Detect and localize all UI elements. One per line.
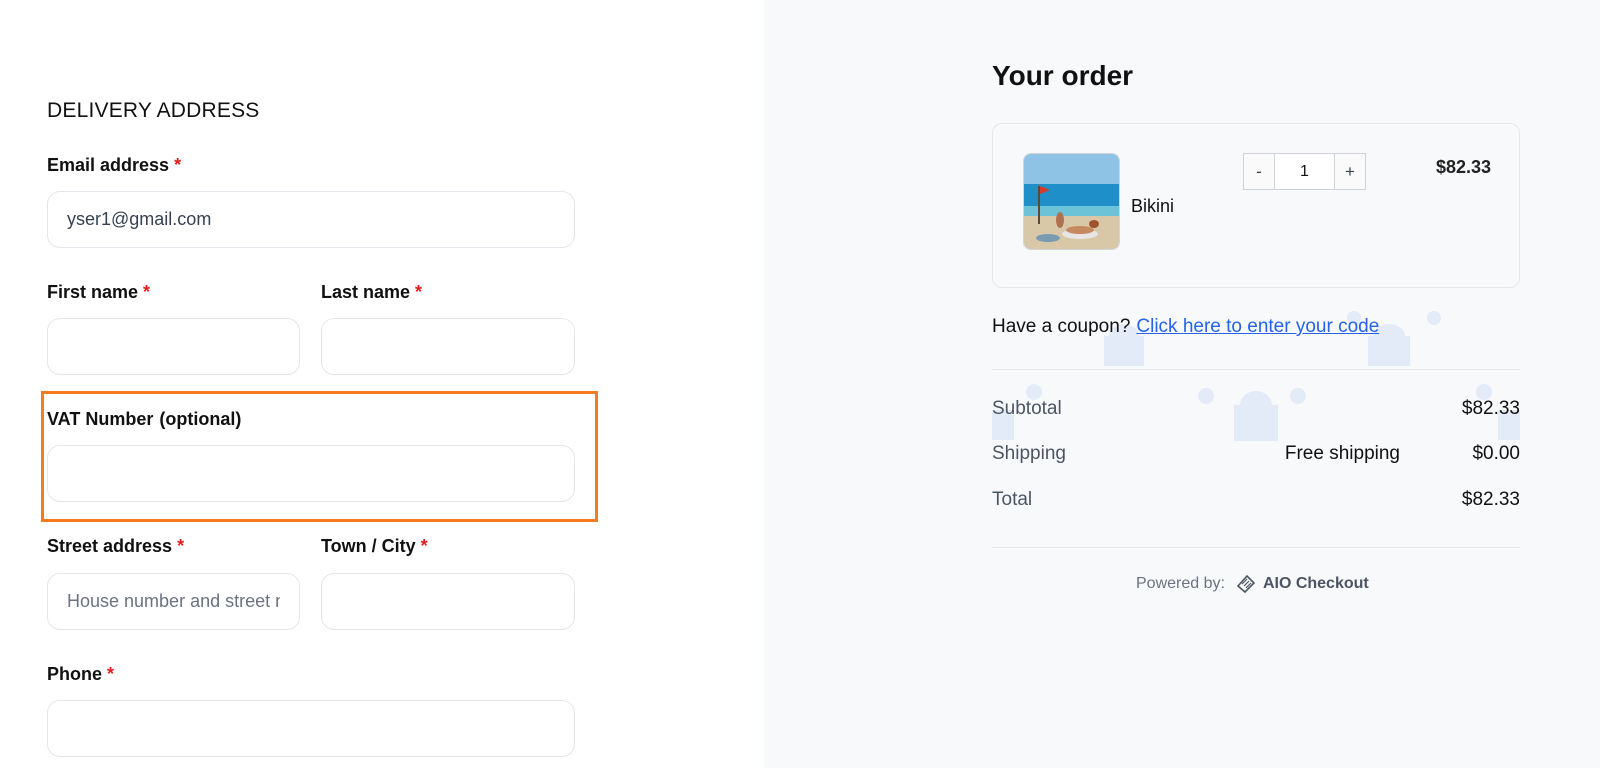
quantity-value[interactable]: 1: [1275, 154, 1334, 189]
required-mark: *: [143, 282, 151, 302]
first-name-label: First name *: [47, 282, 150, 303]
product-name[interactable]: Bikini: [1131, 196, 1174, 217]
powered-brand[interactable]: AIO Checkout: [1263, 575, 1369, 593]
increase-quantity-button[interactable]: +: [1334, 154, 1365, 189]
powered-by: Powered by: AIO Checkout: [1136, 573, 1369, 595]
email-label-text: Email address: [47, 155, 170, 175]
city-label: Town / City *: [321, 536, 428, 557]
required-mark: *: [177, 536, 185, 556]
order-summary: Your order Bikini - 1 + $82.33 Have a co…: [764, 0, 1600, 768]
required-mark: *: [174, 155, 182, 175]
total-row: Total $82.33: [992, 489, 1520, 513]
divider: [992, 547, 1520, 548]
phone-label: Phone *: [47, 664, 114, 685]
aio-checkout-logo-icon: [1236, 574, 1256, 594]
decrease-quantity-button[interactable]: -: [1244, 154, 1275, 189]
vat-label-text: VAT Number: [47, 409, 154, 429]
city-label-text: Town / City: [321, 536, 416, 556]
order-title: Your order: [992, 60, 1134, 91]
coupon-row: Have a coupon? Click here to enter your c…: [992, 316, 1379, 338]
phone-label-text: Phone: [47, 664, 103, 684]
subtotal-label: Subtotal: [992, 398, 1062, 419]
email-label: Email address *: [47, 155, 181, 176]
required-mark: *: [420, 536, 428, 556]
product-image[interactable]: [1023, 153, 1120, 250]
shipping-label: Shipping: [992, 443, 1066, 464]
subtotal-row: Subtotal $82.33: [992, 398, 1520, 422]
subtotal-value: $82.33: [1461, 398, 1520, 419]
street-label-text: Street address: [47, 536, 173, 556]
shipping-value: $0.00: [1472, 443, 1520, 464]
coupon-text: Have a coupon?: [992, 316, 1131, 337]
vat-number-field[interactable]: [47, 445, 575, 502]
required-mark: *: [415, 282, 423, 302]
powered-label: Powered by:: [1136, 575, 1225, 592]
shipping-row: Shipping Free shipping $0.00: [992, 443, 1520, 467]
phone-field[interactable]: [47, 700, 575, 757]
street-address-field[interactable]: [47, 573, 300, 630]
total-value: $82.33: [1461, 489, 1520, 510]
section-title: DELIVERY ADDRESS: [47, 99, 260, 122]
delivery-form: DELIVERY ADDRESS Email address* First na…: [0, 0, 764, 768]
first-name-label-text: First name: [47, 282, 139, 302]
shopping-bag-icon: [992, 311, 1520, 441]
vat-label: VAT Number (optional): [47, 409, 241, 430]
product-card: Bikini - 1 + $82.33: [992, 123, 1520, 288]
optional-mark: (optional): [159, 409, 242, 429]
product-price: $82.33: [1435, 157, 1491, 177]
last-name-label: Last name *: [321, 282, 422, 303]
town-city-field[interactable]: [321, 573, 575, 630]
last-name-field[interactable]: [321, 318, 575, 375]
shipping-method: Free shipping: [1284, 443, 1400, 464]
divider: [992, 369, 1520, 370]
street-label: Street address *: [47, 536, 184, 557]
enter-coupon-link[interactable]: Click here to enter your code: [1136, 316, 1379, 337]
last-name-label-text: Last name: [321, 282, 411, 302]
total-label: Total: [992, 489, 1033, 510]
quantity-stepper: - 1 +: [1243, 153, 1366, 190]
email-field[interactable]: [47, 191, 575, 248]
required-mark: *: [107, 664, 115, 684]
first-name-field[interactable]: [47, 318, 300, 375]
